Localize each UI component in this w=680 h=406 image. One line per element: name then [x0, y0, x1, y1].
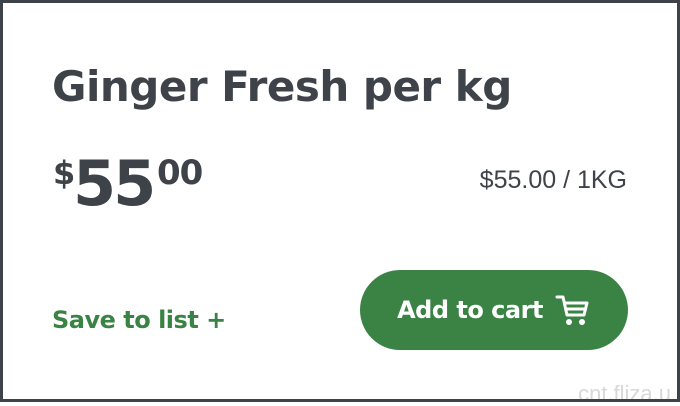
add-to-cart-label: Add to cart: [397, 296, 543, 324]
shopping-cart-icon: [555, 293, 591, 327]
price-dollars: 55: [73, 147, 156, 220]
price-cents: 00: [157, 153, 203, 193]
watermark-text: cnt.fliza.u: [578, 381, 671, 402]
price-currency: $: [53, 154, 76, 192]
unit-price: $55.00 / 1KG: [479, 166, 627, 194]
product-card: Ginger Fresh per kg $ 55 00 $55.00 / 1KG…: [0, 0, 680, 402]
save-to-list-link[interactable]: Save to list +: [52, 305, 226, 335]
add-to-cart-button[interactable]: Add to cart: [360, 270, 628, 350]
product-title: Ginger Fresh per kg: [52, 62, 512, 111]
